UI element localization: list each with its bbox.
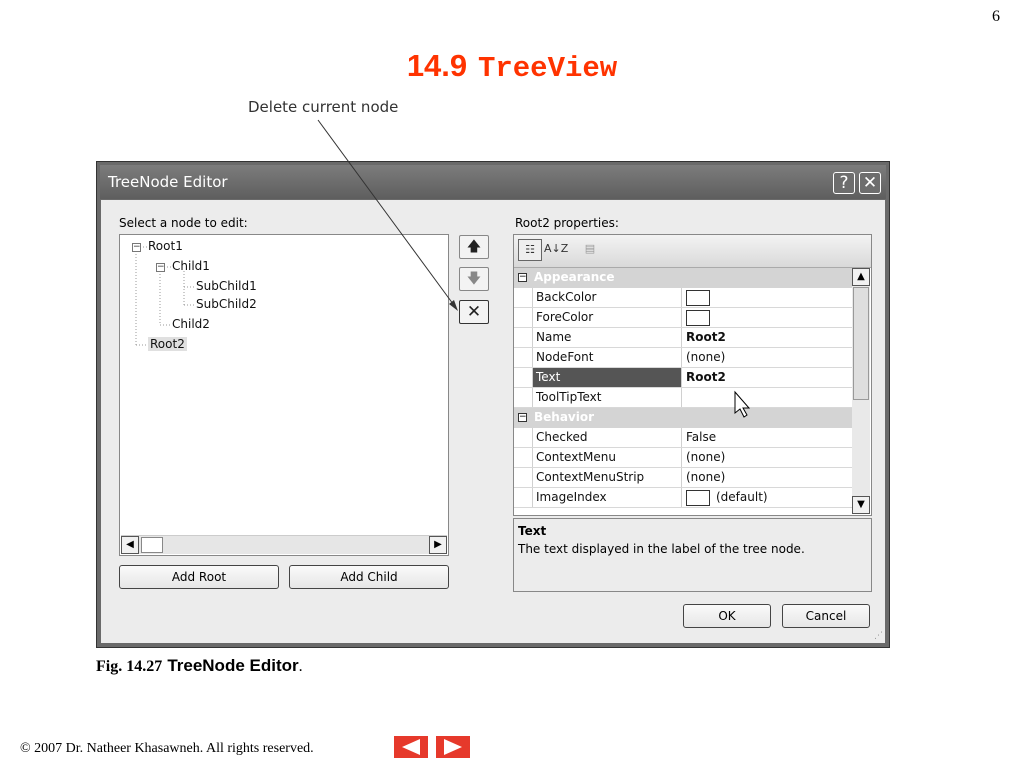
resize-grip-icon[interactable]: ⋰ [874,631,883,641]
property-value[interactable]: False [686,428,854,447]
color-swatch [686,309,710,326]
previous-slide-button[interactable] [394,736,428,758]
description-text: The text displayed in the label of the t… [518,542,805,556]
scrollbar-thumb[interactable] [853,287,869,400]
help-button[interactable]: ? [833,172,855,194]
move-up-button[interactable]: 🡅 [459,235,489,259]
properties-label: Root2 properties: [515,216,619,230]
property-value[interactable]: Root2 [686,368,854,387]
property-value[interactable]: (none) [686,348,854,367]
property-name: ForeColor [532,308,682,327]
tree-horizontal-scrollbar[interactable]: ◀ ▶ [121,535,447,554]
property-name: ImageIndex [532,488,682,507]
image-swatch [686,489,710,506]
tree-node-root1[interactable]: Root1 [148,239,183,253]
tree-node-root2[interactable]: Root2 [148,337,187,351]
copyright-footer: © 2007 Dr. Natheer Khasawneh. All rights… [20,741,314,756]
move-down-button[interactable]: 🡇 [459,267,489,291]
caption-name: TreeNode Editor [167,656,299,675]
category-behavior[interactable]: − Behavior [514,408,854,428]
scroll-right-button[interactable]: ▶ [429,536,447,554]
category-name: Behavior [534,410,595,424]
property-name: ContextMenuStrip [532,468,682,487]
property-row[interactable]: ToolTipText [514,388,854,408]
add-root-button[interactable]: Add Root [119,565,279,589]
categorized-icon[interactable]: ☷ [518,239,542,261]
title-code: TreeView [477,52,618,85]
property-row[interactable]: Checked False [514,428,854,448]
next-arrow-icon [444,739,462,755]
close-button[interactable]: ✕ [859,172,881,194]
dialog-client: Select a node to edit: − Root1 − Child1 [101,200,885,643]
delete-node-button[interactable]: ✕ [459,300,489,324]
property-row[interactable]: Name Root2 [514,328,854,348]
property-vertical-scrollbar[interactable]: ▲ ▼ [852,268,870,514]
property-value[interactable]: (none) [686,468,854,487]
slide-title: 14.9 TreeView [0,48,1024,85]
title-number: 14.9 [406,48,468,83]
property-description: Text The text displayed in the label of … [513,518,872,592]
dialog-title: TreeNode Editor [108,173,228,191]
previous-arrow-icon [402,739,420,755]
scrollbar-thumb[interactable] [141,537,163,553]
add-child-button[interactable]: Add Child [289,565,449,589]
property-value-text: (default) [716,490,768,504]
scroll-up-button[interactable]: ▲ [852,268,870,286]
tree-node-child1[interactable]: Child1 [172,259,210,273]
property-name: NodeFont [532,348,682,367]
property-name: BackColor [532,288,682,307]
property-row[interactable]: ContextMenu (none) [514,448,854,468]
treenode-editor-dialog: TreeNode Editor ? ✕ Select a node to edi… [96,161,890,648]
caption-period: . [298,658,303,675]
alphabetical-icon[interactable]: A↓Z [544,239,568,261]
category-appearance[interactable]: − Appearance [514,268,854,288]
category-expander[interactable]: − [518,273,527,282]
figure-caption: Fig. 14.27 TreeNode Editor. [96,656,303,676]
tree-node-subchild1[interactable]: SubChild1 [196,279,257,293]
scroll-down-button[interactable]: ▼ [852,496,870,514]
tree-expander-root1[interactable]: − [132,243,141,252]
property-row[interactable]: ContextMenuStrip (none) [514,468,854,488]
caption-figure-number: Fig. 14.27 [96,658,163,675]
property-grid[interactable]: ☷ A↓Z ▤ − Appearance BackColor ForeColor [513,234,872,516]
property-value[interactable]: (none) [686,448,854,467]
color-swatch [686,289,710,306]
property-rows: − Appearance BackColor ForeColor Name Ro… [514,268,854,508]
property-value[interactable] [686,388,854,407]
property-row[interactable]: BackColor [514,288,854,308]
property-name: ContextMenu [532,448,682,467]
property-row[interactable]: NodeFont (none) [514,348,854,368]
property-name: Text [532,368,682,387]
property-value[interactable]: Root2 [686,328,854,347]
tree-expander-child1[interactable]: − [156,263,165,272]
scroll-left-button[interactable]: ◀ [121,536,139,554]
slide-page-number: 6 [992,8,1000,25]
property-value[interactable] [686,288,854,307]
property-row[interactable]: ForeColor [514,308,854,328]
property-value[interactable] [686,308,854,327]
property-row-selected[interactable]: Text Root2 [514,368,854,388]
description-title: Text [518,524,547,538]
cancel-button[interactable]: Cancel [782,604,870,628]
category-expander[interactable]: − [518,413,527,422]
delete-node-callout: Delete current node [248,98,399,116]
tree-node-child2[interactable]: Child2 [172,317,210,331]
property-name: Checked [532,428,682,447]
next-slide-button[interactable] [436,736,470,758]
property-name: ToolTipText [532,388,682,407]
category-name: Appearance [534,270,615,284]
dialog-titlebar: TreeNode Editor ? ✕ [100,165,886,199]
node-tree[interactable]: − Root1 − Child1 SubChild1 SubChild2 Chi… [119,234,449,556]
property-value[interactable]: (default) [686,488,854,507]
tree-node-subchild2[interactable]: SubChild2 [196,297,257,311]
property-name: Name [532,328,682,347]
property-toolbar: ☷ A↓Z ▤ [514,235,871,268]
select-node-label: Select a node to edit: [119,216,248,230]
ok-button[interactable]: OK [683,604,771,628]
property-row[interactable]: ImageIndex (default) [514,488,854,508]
property-pages-icon[interactable]: ▤ [578,239,602,261]
